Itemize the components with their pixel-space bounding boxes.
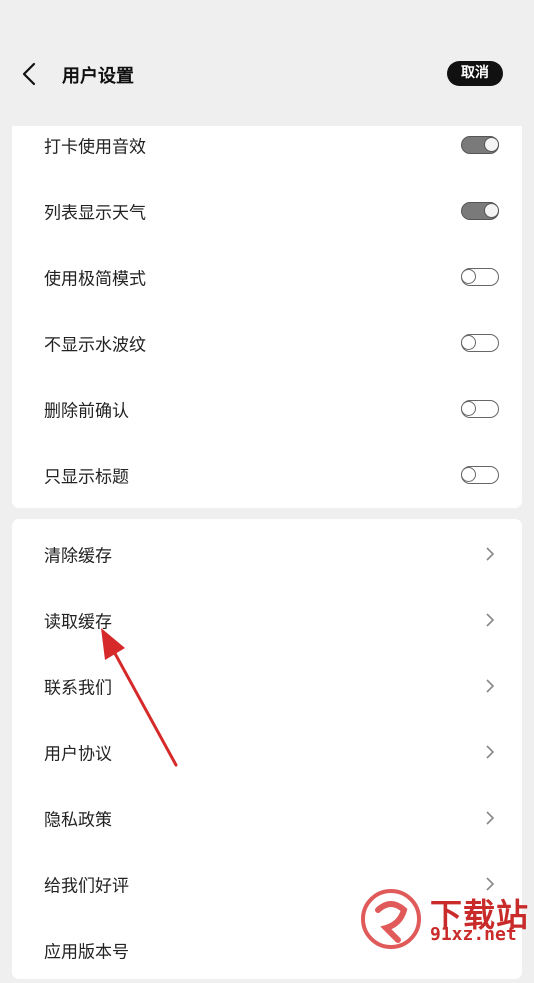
page-title: 用户设置 (62, 66, 134, 87)
link-row-clear-cache[interactable]: 清除缓存 (12, 521, 522, 587)
watermark-url: 91xz.net (430, 924, 517, 945)
link-label: 清除缓存 (44, 546, 112, 567)
toggle-label: 删除前确认 (44, 401, 129, 422)
chevron-right-icon (486, 679, 495, 693)
toggle-switch[interactable] (461, 202, 499, 220)
chevron-right-icon (486, 745, 495, 759)
chevron-left-icon[interactable] (16, 58, 44, 90)
toggle-settings-card: 打卡使用音效 列表显示天气 使用极简模式 不显示水波纹 删除前确认 只显示标题 (12, 126, 522, 508)
link-row-user-agreement[interactable]: 用户协议 (12, 719, 522, 785)
chevron-right-icon (486, 547, 495, 561)
chevron-right-icon (486, 811, 495, 825)
toggle-label: 使用极简模式 (44, 269, 146, 290)
chevron-right-icon (486, 613, 495, 627)
link-row-contact-us[interactable]: 联系我们 (12, 653, 522, 719)
link-row-read-cache[interactable]: 读取缓存 (12, 587, 522, 653)
toggle-label: 只显示标题 (44, 467, 129, 488)
toggle-switch[interactable] (461, 400, 499, 418)
toggle-row-minimal[interactable]: 使用极简模式 (12, 244, 522, 310)
link-label: 给我们好评 (44, 876, 129, 897)
watermark-logo-icon (361, 889, 421, 949)
site-watermark: 下载站 91xz.net (360, 888, 534, 950)
toggle-label: 列表显示天气 (44, 203, 146, 224)
toggle-knob (484, 203, 499, 218)
toggle-row-weather[interactable]: 列表显示天气 (12, 178, 522, 244)
link-label: 联系我们 (44, 678, 112, 699)
toggle-switch[interactable] (461, 136, 499, 154)
link-label: 应用版本号 (44, 942, 129, 963)
toggle-knob (461, 467, 476, 482)
toggle-label: 不显示水波纹 (44, 335, 146, 356)
toggle-row-title-only[interactable]: 只显示标题 (12, 442, 522, 508)
link-label: 读取缓存 (44, 612, 112, 633)
toggle-knob (461, 401, 476, 416)
toggle-knob (461, 335, 476, 350)
toggle-knob (484, 137, 499, 152)
toggle-switch[interactable] (461, 466, 499, 484)
link-row-privacy-policy[interactable]: 隐私政策 (12, 785, 522, 851)
link-label: 隐私政策 (44, 810, 112, 831)
link-label: 用户协议 (44, 744, 112, 765)
toggle-row-ripple[interactable]: 不显示水波纹 (12, 310, 522, 376)
toggle-switch[interactable] (461, 268, 499, 286)
toggle-row-delete-confirm[interactable]: 删除前确认 (12, 376, 522, 442)
toggle-row-sound[interactable]: 打卡使用音效 (12, 112, 522, 178)
header-bar: 用户设置 取消 (0, 0, 534, 126)
toggle-label: 打卡使用音效 (44, 137, 146, 158)
cancel-button[interactable]: 取消 (447, 61, 503, 86)
toggle-knob (461, 269, 476, 284)
toggle-switch[interactable] (461, 334, 499, 352)
